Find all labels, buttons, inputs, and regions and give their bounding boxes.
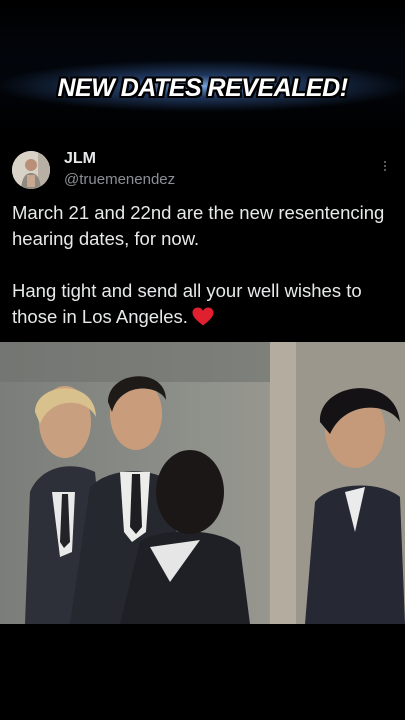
- more-options-icon[interactable]: [380, 158, 390, 174]
- photo-image: [0, 342, 405, 624]
- more-dot: [384, 161, 386, 163]
- tweet-photo[interactable]: [0, 342, 405, 624]
- tweet-text: March 21 and 22nd are the new resentenci…: [12, 200, 400, 333]
- tweet-paragraph-1: March 21 and 22nd are the new resentenci…: [12, 202, 385, 249]
- headline-text: NEW DATES REVEALED!: [57, 74, 348, 102]
- tweet-paragraph-2: Hang tight and send all your well wishes…: [12, 278, 400, 333]
- headline-banner: [0, 0, 405, 138]
- heart-icon: [192, 307, 214, 333]
- more-dot: [384, 165, 386, 167]
- author-name[interactable]: JLM: [64, 150, 96, 168]
- author-handle[interactable]: @truemenendez: [64, 171, 175, 188]
- more-dot: [384, 169, 386, 171]
- avatar-image: [12, 151, 50, 189]
- tweet-paragraph-2-text: Hang tight and send all your well wishes…: [12, 280, 362, 327]
- avatar[interactable]: [12, 151, 50, 189]
